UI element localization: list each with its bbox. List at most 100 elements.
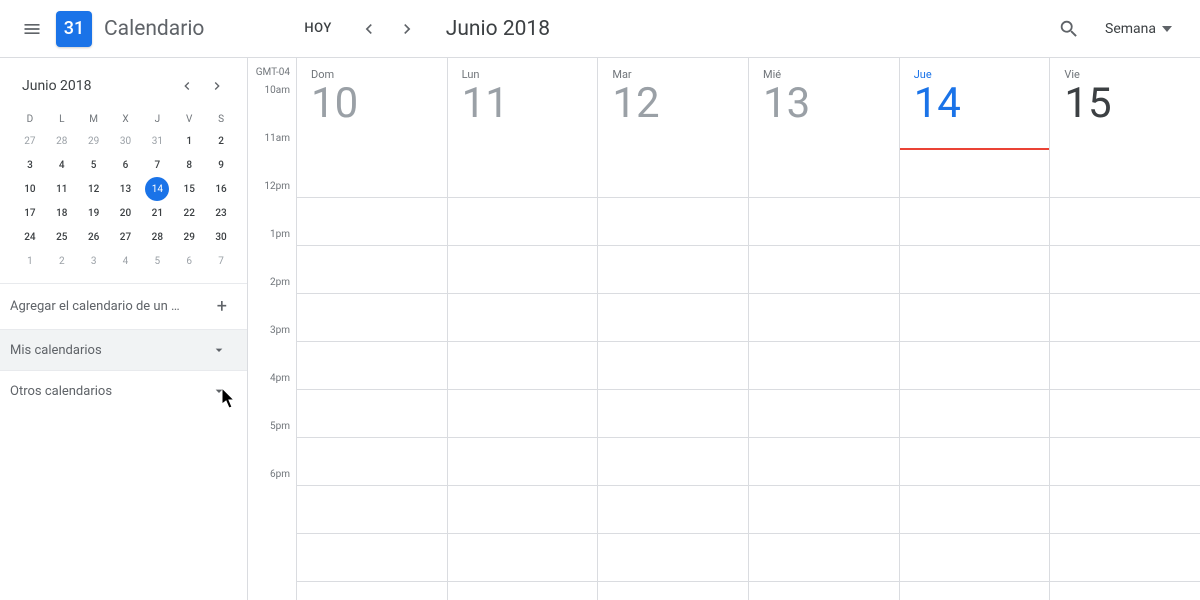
time-slot[interactable]: [598, 534, 748, 582]
mini-day[interactable]: 25: [46, 225, 78, 249]
mini-day[interactable]: 28: [46, 129, 78, 153]
time-slot[interactable]: [749, 390, 899, 438]
time-slot[interactable]: [448, 342, 598, 390]
mini-day[interactable]: 11: [46, 177, 78, 201]
time-slot[interactable]: [1050, 294, 1200, 342]
time-slot[interactable]: [749, 342, 899, 390]
time-slot[interactable]: [900, 150, 1050, 198]
mini-day[interactable]: 24: [14, 225, 46, 249]
mini-day[interactable]: 8: [173, 153, 205, 177]
mini-day[interactable]: 31: [141, 129, 173, 153]
mini-day[interactable]: 1: [173, 129, 205, 153]
mini-day[interactable]: 23: [205, 201, 237, 225]
mini-day[interactable]: 26: [78, 225, 110, 249]
time-slot[interactable]: [900, 438, 1050, 486]
mini-day[interactable]: 21: [141, 201, 173, 225]
mini-day[interactable]: 10: [14, 177, 46, 201]
time-slot[interactable]: [900, 246, 1050, 294]
time-slot[interactable]: [749, 486, 899, 534]
time-slot[interactable]: [448, 534, 598, 582]
mini-day[interactable]: 4: [46, 153, 78, 177]
time-slot[interactable]: [1050, 486, 1200, 534]
time-slot[interactable]: [598, 198, 748, 246]
my-calendars-toggle[interactable]: Mis calendarios: [0, 330, 247, 370]
time-slot[interactable]: [1050, 198, 1200, 246]
mini-day[interactable]: 27: [110, 225, 142, 249]
time-slot[interactable]: [749, 198, 899, 246]
mini-day[interactable]: 2: [46, 249, 78, 273]
next-week-button[interactable]: [388, 10, 426, 48]
day-column[interactable]: Jue14: [900, 58, 1051, 600]
mini-day[interactable]: 6: [110, 153, 142, 177]
mini-day[interactable]: 5: [141, 249, 173, 273]
mini-day[interactable]: 27: [14, 129, 46, 153]
time-slot[interactable]: [1050, 390, 1200, 438]
time-slot[interactable]: [297, 438, 447, 486]
time-slot[interactable]: [598, 246, 748, 294]
day-column[interactable]: Mié13: [749, 58, 900, 600]
time-slot[interactable]: [297, 150, 447, 198]
day-column[interactable]: Dom10: [297, 58, 448, 600]
time-slot[interactable]: [297, 534, 447, 582]
mini-day[interactable]: 16: [205, 177, 237, 201]
time-slot[interactable]: [297, 294, 447, 342]
time-slot[interactable]: [297, 342, 447, 390]
mini-prev-month[interactable]: [175, 74, 199, 98]
time-slot[interactable]: [749, 438, 899, 486]
time-slot[interactable]: [598, 342, 748, 390]
time-slot[interactable]: [900, 342, 1050, 390]
mini-day[interactable]: 29: [78, 129, 110, 153]
mini-day[interactable]: 13: [110, 177, 142, 201]
time-slot[interactable]: [448, 294, 598, 342]
mini-day[interactable]: 2: [205, 129, 237, 153]
time-slot[interactable]: [598, 390, 748, 438]
mini-day[interactable]: 7: [205, 249, 237, 273]
time-slot[interactable]: [448, 198, 598, 246]
time-slot[interactable]: [1050, 246, 1200, 294]
time-slot[interactable]: [1050, 342, 1200, 390]
time-slot[interactable]: [749, 246, 899, 294]
day-header[interactable]: Mar12: [598, 58, 748, 150]
mini-day[interactable]: 1: [14, 249, 46, 273]
mini-day[interactable]: 19: [78, 201, 110, 225]
mini-day[interactable]: 22: [173, 201, 205, 225]
day-header[interactable]: Jue14: [900, 58, 1050, 150]
view-selector[interactable]: Semana: [1097, 15, 1180, 43]
time-slot[interactable]: [448, 390, 598, 438]
mini-day[interactable]: 7: [141, 153, 173, 177]
mini-day[interactable]: 28: [141, 225, 173, 249]
day-column[interactable]: Mar12: [598, 58, 749, 600]
mini-day[interactable]: 3: [14, 153, 46, 177]
day-column[interactable]: Vie15: [1050, 58, 1200, 600]
prev-week-button[interactable]: [350, 10, 388, 48]
mini-day[interactable]: 14: [141, 177, 173, 201]
mini-day[interactable]: 17: [14, 201, 46, 225]
time-slot[interactable]: [598, 294, 748, 342]
today-button[interactable]: HOY: [294, 15, 341, 42]
time-slot[interactable]: [900, 390, 1050, 438]
mini-day[interactable]: 30: [205, 225, 237, 249]
mini-day[interactable]: 30: [110, 129, 142, 153]
mini-day[interactable]: 15: [173, 177, 205, 201]
time-slot[interactable]: [297, 486, 447, 534]
mini-day[interactable]: 9: [205, 153, 237, 177]
time-slot[interactable]: [749, 294, 899, 342]
mini-next-month[interactable]: [205, 74, 229, 98]
mini-day[interactable]: 29: [173, 225, 205, 249]
time-slot[interactable]: [900, 534, 1050, 582]
day-header[interactable]: Vie15: [1050, 58, 1200, 150]
time-slot[interactable]: [900, 486, 1050, 534]
time-slot[interactable]: [448, 486, 598, 534]
time-slot[interactable]: [598, 486, 748, 534]
time-slot[interactable]: [900, 198, 1050, 246]
search-button[interactable]: [1049, 9, 1089, 49]
day-header[interactable]: Lun11: [448, 58, 598, 150]
time-slot[interactable]: [1050, 534, 1200, 582]
day-column[interactable]: Lun11: [448, 58, 599, 600]
day-header[interactable]: Dom10: [297, 58, 447, 150]
time-slot[interactable]: [1050, 150, 1200, 198]
mini-day[interactable]: 5: [78, 153, 110, 177]
time-slot[interactable]: [598, 150, 748, 198]
time-slot[interactable]: [598, 438, 748, 486]
time-slot[interactable]: [448, 438, 598, 486]
